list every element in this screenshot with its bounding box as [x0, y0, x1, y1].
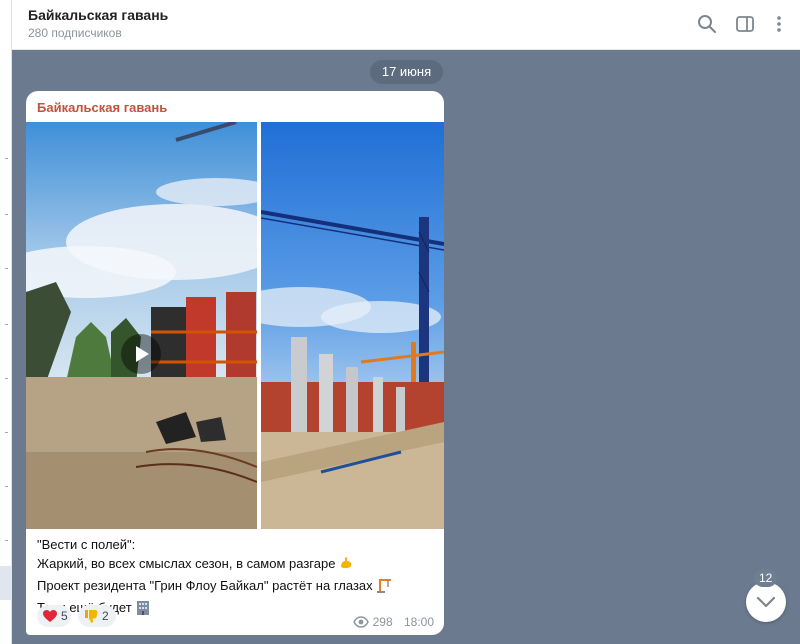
- post-line: "Вести с полей":: [37, 537, 136, 552]
- flexed-biceps-emoji: [338, 555, 354, 576]
- divider: [5, 432, 8, 433]
- sidebar-toggle-icon[interactable]: [734, 13, 756, 35]
- scroll-down-button[interactable]: [746, 582, 786, 622]
- divider: [5, 214, 8, 215]
- construction-crane-emoji: [376, 577, 392, 598]
- photo-thumbnail[interactable]: [261, 122, 444, 529]
- chat-list-edge: [0, 0, 12, 644]
- video-thumbnail[interactable]: [26, 122, 257, 529]
- reaction-heart[interactable]: 5: [37, 605, 71, 627]
- play-icon[interactable]: [121, 334, 161, 374]
- post-meta: 298 18:00: [353, 615, 434, 631]
- office-building-emoji: [135, 599, 151, 620]
- post-line: Проект резидента "Грин Флоу Байкал" раст…: [37, 576, 437, 598]
- unread-count-badge: 12: [754, 569, 778, 587]
- post-author[interactable]: Байкальская гавань: [37, 100, 167, 115]
- chat-header: Байкальская гавань 280 подписчиков: [12, 0, 800, 50]
- reaction-count: 2: [102, 609, 109, 623]
- post-time: 18:00: [403, 615, 434, 629]
- thumbs-down-icon: [83, 608, 99, 624]
- divider: [5, 158, 8, 159]
- search-icon[interactable]: [696, 13, 718, 35]
- subscriber-count: 280 подписчиков: [28, 26, 122, 40]
- divider: [5, 268, 8, 269]
- chevron-down-icon: [756, 596, 776, 608]
- more-vertical-icon[interactable]: [768, 13, 790, 35]
- channel-post: Байкальская гавань "Вести с полей": Жарк…: [26, 91, 444, 635]
- divider: [5, 324, 8, 325]
- divider: [5, 540, 8, 541]
- channel-title[interactable]: Байкальская гавань: [28, 7, 168, 23]
- heart-icon: [42, 608, 58, 624]
- divider: [5, 378, 8, 379]
- reaction-count: 5: [61, 609, 68, 623]
- date-separator: 17 июня: [370, 60, 443, 84]
- selected-chat-highlight[interactable]: [0, 566, 12, 600]
- view-count: 298: [372, 615, 393, 629]
- reaction-thumbs-down[interactable]: 2: [78, 605, 116, 627]
- eye-icon: [353, 616, 370, 631]
- post-line: Жаркий, во всех смыслах сезон, в самом р…: [37, 554, 437, 576]
- divider: [5, 486, 8, 487]
